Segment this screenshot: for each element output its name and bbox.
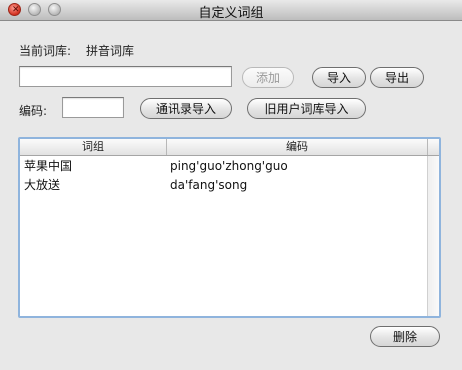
export-button[interactable]: 导出	[370, 67, 424, 88]
code-cell: ping'guo'zhong'guo	[170, 159, 288, 173]
old-user-lib-import-button[interactable]: 旧用户词库导入	[247, 98, 366, 119]
code-input[interactable]	[62, 97, 124, 118]
delete-button[interactable]: 删除	[370, 326, 440, 347]
code-label: 编码:	[19, 104, 48, 118]
add-button[interactable]: 添加	[242, 67, 294, 88]
current-lib-value: 拼音词库	[86, 44, 135, 58]
table-header: 词组 编码	[20, 139, 439, 156]
code-cell: da'fang'song	[170, 178, 248, 192]
phrase-table[interactable]: 词组 编码 苹果中国 ping'guo'zhong'guo 大放送 da'fan…	[18, 137, 441, 318]
column-header-phrase[interactable]: 词组	[20, 139, 167, 155]
table-row[interactable]: 大放送 da'fang'song	[20, 176, 427, 195]
import-button[interactable]: 导入	[312, 67, 366, 88]
current-lib-label: 当前词库:	[19, 44, 72, 58]
window-title: 自定义词组	[198, 6, 264, 21]
column-header-code[interactable]: 编码	[167, 139, 428, 155]
contacts-import-button[interactable]: 通讯录导入	[140, 98, 232, 119]
phrase-cell: 苹果中国	[24, 159, 73, 173]
phrase-input[interactable]	[19, 66, 232, 87]
phrase-cell: 大放送	[24, 178, 61, 192]
title-bar: ✕ 自定义词组	[0, 0, 462, 21]
vertical-scrollbar[interactable]	[427, 156, 439, 316]
table-row[interactable]: 苹果中国 ping'guo'zhong'guo	[20, 157, 427, 176]
